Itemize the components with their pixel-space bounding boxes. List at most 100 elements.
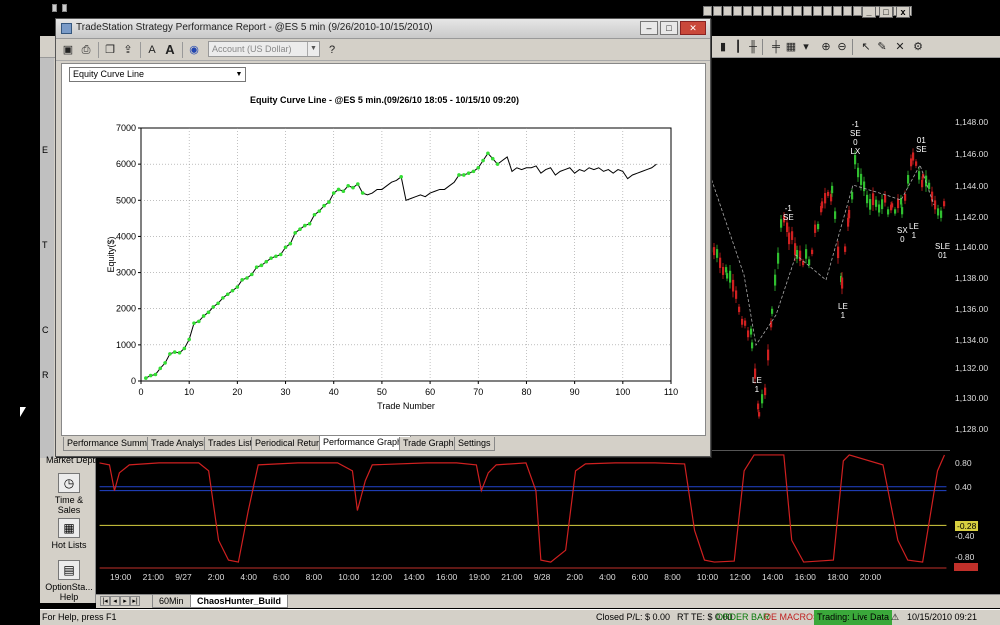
minimize-button[interactable]: –	[640, 21, 658, 35]
equity-point	[163, 361, 167, 365]
equity-point	[360, 191, 365, 195]
trading-status[interactable]: Trading: Live	[814, 610, 872, 625]
zoom-out-icon[interactable]: ⊖	[834, 39, 850, 55]
price-candle	[887, 209, 890, 215]
workspace-tab-icon[interactable]	[793, 6, 802, 16]
ohlc-icon[interactable]: ╫	[745, 39, 761, 55]
workspace-tab-icon[interactable]	[783, 6, 792, 16]
price-candle	[912, 152, 915, 161]
font-larger-icon[interactable]: A	[162, 42, 178, 58]
tab-settings[interactable]: Settings	[454, 437, 495, 451]
price-candle	[921, 179, 924, 188]
restore-icon[interactable]	[52, 4, 57, 12]
workspace-tab-icon[interactable]	[843, 6, 852, 16]
export-icon[interactable]: ⇪	[120, 42, 136, 58]
price-candle	[814, 224, 817, 233]
workspace-tab-icon[interactable]	[853, 6, 862, 16]
equity-point	[322, 203, 326, 208]
settings-icon[interactable]: ⚙	[910, 39, 926, 55]
workspace-tab-icon[interactable]	[763, 6, 772, 16]
maximize-button[interactable]: □	[660, 21, 678, 35]
time-label: 6:00	[631, 572, 649, 582]
grid-icon[interactable]: ▦	[783, 39, 799, 55]
workspace-tab-icon[interactable]	[733, 6, 742, 16]
equity-point	[201, 314, 206, 318]
price-candle	[854, 155, 857, 165]
workspace-tab-icon[interactable]	[833, 6, 842, 16]
tab-performance-graphs[interactable]: Performance Graphs	[319, 436, 411, 451]
workspace-tab-icon[interactable]	[823, 6, 832, 16]
tab-trades-list[interactable]: Trades List	[204, 437, 257, 451]
help-hint: For Help, press F1	[42, 612, 117, 622]
font-smaller-icon[interactable]: A	[144, 42, 160, 58]
tab-trade-graphs[interactable]: Trade Graphs	[399, 437, 463, 451]
workspace-tab-icon[interactable]	[753, 6, 762, 16]
time-sales-button[interactable]: ◷ Time & Sales	[44, 473, 94, 515]
help-icon[interactable]: ?	[324, 42, 340, 58]
drawing-icon[interactable]: ✎	[874, 39, 890, 55]
price-candle	[821, 201, 824, 209]
equity-point	[490, 156, 495, 161]
equity-point	[312, 212, 317, 217]
tab-chaoshunter-build[interactable]: ChaosHunter_Build	[190, 595, 289, 608]
workspace-tab-icon[interactable]	[713, 6, 722, 16]
x-tick-label: 110	[664, 387, 678, 397]
workspace-tab-icon[interactable]	[743, 6, 752, 16]
equity-point	[457, 173, 461, 177]
candle-icon[interactable]: ┃	[730, 39, 746, 55]
window-edge: E T C R	[40, 58, 54, 458]
workspace-tab-icon[interactable]	[723, 6, 732, 16]
time-label: 20:00	[859, 572, 882, 582]
tick-icon[interactable]: ╪	[768, 39, 784, 55]
oe-macros-button[interactable]: OE MACROS	[761, 610, 822, 625]
workspace-tab-icon[interactable]	[803, 6, 812, 16]
target-icon[interactable]: ◉	[186, 42, 202, 58]
tools-icon[interactable]: ✕	[892, 39, 908, 55]
workspace-tab-icon[interactable]	[703, 6, 712, 16]
option-station-button[interactable]: ▤ OptionSta... Help	[44, 560, 94, 602]
save-icon[interactable]: ▣	[60, 42, 76, 58]
price-candle	[937, 208, 940, 216]
bar-chart-icon[interactable]: ▮	[715, 39, 731, 55]
price-candle	[881, 199, 884, 210]
equity-point	[331, 191, 336, 195]
dropdown-icon[interactable]: ▾	[798, 39, 814, 55]
price-candle	[875, 199, 878, 207]
prev-tab-icon[interactable]: ◂	[110, 596, 120, 606]
equity-point	[206, 310, 211, 315]
tab-60min[interactable]: 60Min	[152, 595, 191, 608]
next-tab-icon[interactable]: ▸	[120, 596, 130, 606]
close-button[interactable]: ✕	[680, 21, 706, 35]
zoom-in-icon[interactable]: ⊕	[818, 39, 834, 55]
last-tab-icon[interactable]: ▸|	[130, 596, 140, 606]
price-candle	[750, 328, 753, 335]
price-candle	[732, 279, 735, 292]
price-candle	[907, 175, 910, 184]
table-icon: ▦	[58, 518, 80, 538]
print-icon[interactable]: ⎙	[78, 42, 94, 58]
titlebar[interactable]: TradeStation Strategy Performance Report…	[56, 19, 710, 39]
app-close-button[interactable]: x	[896, 6, 910, 18]
workspace-tab-icon[interactable]	[813, 6, 822, 16]
equity-point	[307, 221, 312, 226]
price-candle	[918, 171, 921, 180]
copy-icon[interactable]: ❐	[102, 42, 118, 58]
price-candle	[741, 318, 744, 325]
oscillator-panel[interactable]	[96, 450, 950, 570]
hot-lists-button[interactable]: ▦ Hot Lists	[44, 518, 94, 550]
app-maximize-button[interactable]: □	[879, 6, 893, 18]
pointer-icon[interactable]: ↖	[858, 39, 874, 55]
first-tab-icon[interactable]: |◂	[100, 596, 110, 606]
time-label: 19:00	[468, 572, 490, 582]
price-candle	[827, 191, 830, 196]
workspace-tab-icon[interactable]	[773, 6, 782, 16]
price-candle	[897, 198, 900, 209]
account-select[interactable]: Account (US Dollar) ▼	[208, 41, 320, 57]
equity-point	[153, 372, 158, 377]
app-minimize-button[interactable]: _	[862, 6, 876, 18]
alert-icon[interactable]: ⚠	[888, 610, 902, 625]
option-chain-icon: ▤	[58, 560, 80, 580]
equity-point	[250, 272, 254, 277]
price-candle	[735, 290, 738, 299]
restore-icon[interactable]	[62, 4, 67, 12]
